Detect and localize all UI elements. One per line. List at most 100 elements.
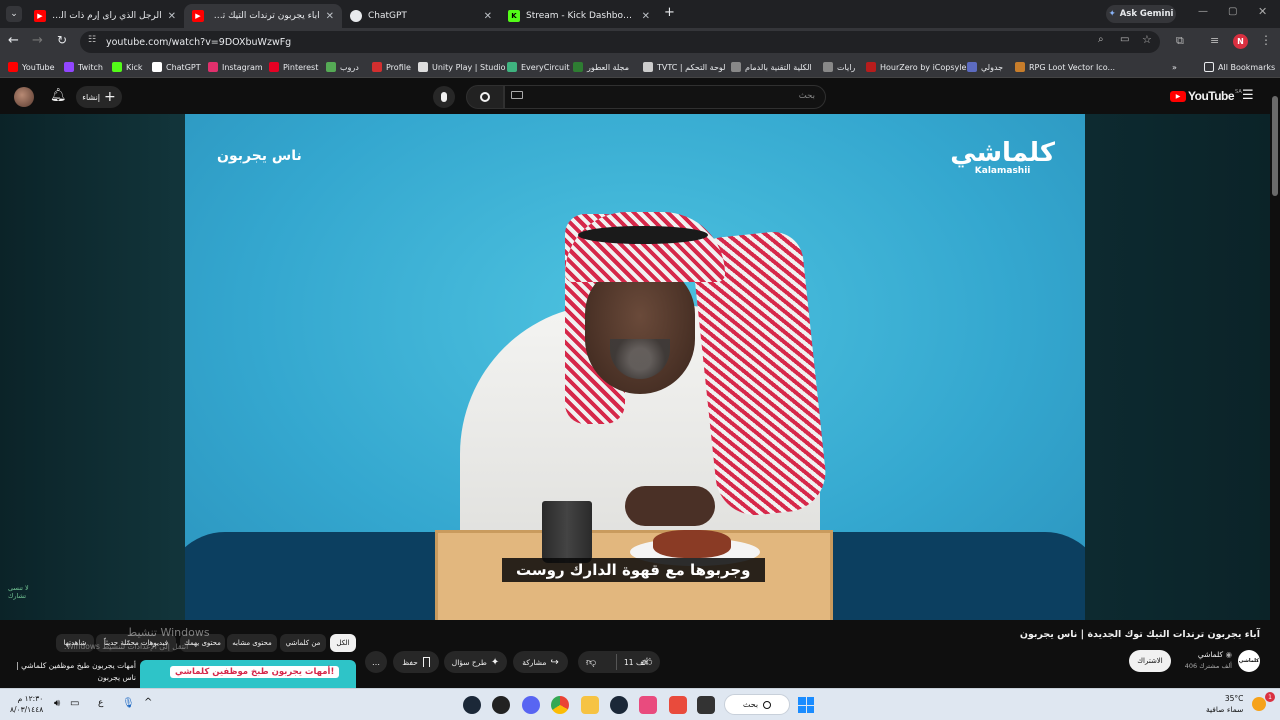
profile-avatar[interactable]: N: [1233, 34, 1248, 49]
weather-widget[interactable]: 35°C سماء صافية: [1206, 693, 1243, 715]
share-button[interactable]: مشاركة ↪: [513, 651, 568, 673]
channel-avatar[interactable]: كلماشي: [1238, 650, 1260, 672]
extensions-icon[interactable]: ⧉: [1176, 34, 1184, 48]
ask-gemini-button[interactable]: ✦ Ask Gemini: [1106, 5, 1176, 23]
hamburger-menu-icon[interactable]: ☰: [1242, 88, 1254, 103]
microphone-tray-icon[interactable]: 🎙︎: [122, 698, 135, 709]
file-explorer-icon[interactable]: [581, 696, 599, 714]
media-icon[interactable]: ≡: [1210, 34, 1219, 47]
maximize-button[interactable]: ▢: [1228, 6, 1237, 17]
bookmark-instagram[interactable]: Instagram: [208, 60, 263, 74]
bookmark-chatgpt[interactable]: ChatGPT: [152, 60, 201, 74]
bookmark-rpg-loot[interactable]: RPG Loot Vector Ico...: [1015, 60, 1115, 74]
instagram-icon: [208, 62, 218, 72]
like-button[interactable]: 👎︎ 11 ألف 👍︎: [578, 651, 660, 673]
save-button[interactable]: حفظ: [393, 651, 439, 673]
bookmark-dammam-college[interactable]: الكلية التقنية بالدمام: [731, 60, 812, 74]
bookmarks-overflow-button[interactable]: »: [1172, 60, 1177, 74]
video-player[interactable]: لا تنسى تشارك ناس يجربون كلماشي Kalamash…: [0, 114, 1280, 620]
app-icon[interactable]: [697, 696, 715, 714]
close-icon[interactable]: ✕: [326, 11, 334, 22]
bookmark-rayat[interactable]: رايات: [823, 60, 855, 74]
video-subtitle: وجربوها مع قهوة الدارك روست: [502, 558, 765, 582]
menu-icon[interactable]: ⋮: [1260, 33, 1272, 47]
notification-badge: 1: [1265, 692, 1275, 702]
chrome-icon[interactable]: [551, 696, 569, 714]
search-button[interactable]: [466, 85, 504, 109]
video-frame[interactable]: ناس يجربون كلماشي Kalamashii وجربوها مع …: [185, 114, 1085, 620]
bookmark-twitch[interactable]: Twitch: [64, 60, 103, 74]
bookmark-droob[interactable]: دروب: [326, 60, 359, 74]
region-code: SA: [1235, 89, 1242, 95]
bookmark-unity[interactable]: Unity Play | Studio: [418, 60, 506, 74]
bookmark-pinterest[interactable]: Pinterest: [269, 60, 318, 74]
close-icon[interactable]: ✕: [484, 11, 492, 22]
create-button[interactable]: إنشاء +: [76, 86, 122, 108]
start-icon[interactable]: [798, 697, 814, 713]
clock[interactable]: ١٢:٣٠ م ٨/٠٣/١٤٤٨: [10, 693, 43, 715]
all-bookmarks-button[interactable]: All Bookmarks: [1204, 60, 1275, 74]
bell-icon[interactable]: 🔔︎: [50, 88, 67, 103]
new-tab-button[interactable]: +: [664, 5, 675, 20]
steam-icon[interactable]: [610, 696, 628, 714]
snipping-tool-icon[interactable]: [639, 696, 657, 714]
url-text: youtube.com/watch?v=9DOXbuWzwFg: [106, 36, 292, 48]
channel-name[interactable]: كلماشي ◉: [1186, 650, 1232, 659]
bookmark-perfume-magazine[interactable]: مجلة العطور: [573, 60, 629, 74]
close-window-button[interactable]: ✕: [1258, 5, 1267, 18]
taskbar-search[interactable]: بحث: [724, 694, 790, 715]
site-info-icon[interactable]: ☷: [88, 35, 96, 45]
discord-icon[interactable]: [522, 696, 540, 714]
tab-3[interactable]: K Stream - Kick Dashboard ✕: [500, 4, 658, 28]
app-icon[interactable]: [669, 696, 687, 714]
volume-icon[interactable]: 🔊︎: [54, 698, 60, 709]
recommended-thumbnail[interactable]: أمهات يجربون طبخ موظفين كلماشي!: [140, 660, 356, 688]
display-icon[interactable]: ▭: [70, 698, 79, 709]
app-icon[interactable]: [492, 696, 510, 714]
windows-activation-title: تنشيط Windows: [127, 626, 210, 639]
tab-search-button[interactable]: ⌄: [6, 6, 22, 22]
close-icon[interactable]: ✕: [168, 11, 176, 22]
rpg-loot-icon: [1015, 62, 1025, 72]
search-input[interactable]: بحث: [504, 85, 826, 109]
close-icon[interactable]: ✕: [642, 11, 650, 22]
youtube-logo[interactable]: ▶ YouTube SA: [1170, 89, 1242, 103]
more-actions-button[interactable]: …: [365, 651, 387, 673]
omnibox[interactable]: ☷ youtube.com/watch?v=9DOXbuWzwFg ⌕ ▭ ☆: [80, 31, 1160, 53]
recommended-title[interactable]: أمهات يجربون طبخ موظفين كلماشي | ناس يجر…: [16, 660, 136, 684]
bookmark-everycircuit[interactable]: EveryCircuit: [507, 60, 569, 74]
show-caption: ناس يجربون: [217, 148, 302, 164]
keyboard-icon[interactable]: [511, 91, 523, 99]
bookmark-kick[interactable]: Kick: [112, 60, 143, 74]
bookmark-youtube[interactable]: YouTube: [8, 60, 55, 74]
subscribe-button[interactable]: الاشتراك: [1129, 650, 1171, 672]
bookmark-profile[interactable]: Profile: [372, 60, 411, 74]
cast-icon[interactable]: ▭: [1120, 34, 1129, 45]
back-button[interactable]: ←: [8, 33, 19, 48]
brand-logo: كلماشي Kalamashii: [950, 140, 1055, 176]
chip-related[interactable]: محتوى مشابه: [227, 634, 277, 652]
scrollbar-thumb[interactable]: [1272, 96, 1278, 196]
bookmark-jadwali[interactable]: جدولي: [967, 60, 1003, 74]
tab-0[interactable]: ▶ الرجل الذي رأى إرم ذات العماد ! - ✕: [26, 4, 184, 28]
minimize-button[interactable]: —: [1198, 6, 1208, 17]
forward-button[interactable]: →: [32, 33, 43, 48]
bookmark-hourzero[interactable]: HourZero by iCopsyle: [866, 60, 966, 74]
bookmark-tvtc[interactable]: TVTC | لوحة التحكم: [643, 60, 725, 74]
avatar[interactable]: [14, 87, 34, 107]
pinterest-icon: [269, 62, 279, 72]
chevron-up-icon[interactable]: ^: [144, 697, 152, 708]
subscriber-count: 406 ألف مشترك: [1184, 662, 1232, 670]
chip-from-channel[interactable]: من كلماشي: [280, 634, 326, 652]
tab-1[interactable]: ▶ آباء يجربون ترندات التيك توك الجد ✕: [184, 4, 342, 28]
ask-button[interactable]: طرح سؤال ✦: [444, 651, 507, 673]
language-indicator[interactable]: ع: [98, 698, 103, 708]
voice-search-button[interactable]: [433, 86, 455, 108]
chip-all[interactable]: الكل: [330, 634, 356, 652]
steam-icon[interactable]: [463, 696, 481, 714]
reload-button[interactable]: ↻: [57, 33, 67, 47]
tab-2[interactable]: ChatGPT ✕: [342, 4, 500, 28]
zoom-icon[interactable]: ⌕: [1098, 34, 1104, 45]
dislike-icon[interactable]: 👎︎: [586, 656, 596, 668]
star-icon[interactable]: ☆: [1142, 33, 1152, 46]
